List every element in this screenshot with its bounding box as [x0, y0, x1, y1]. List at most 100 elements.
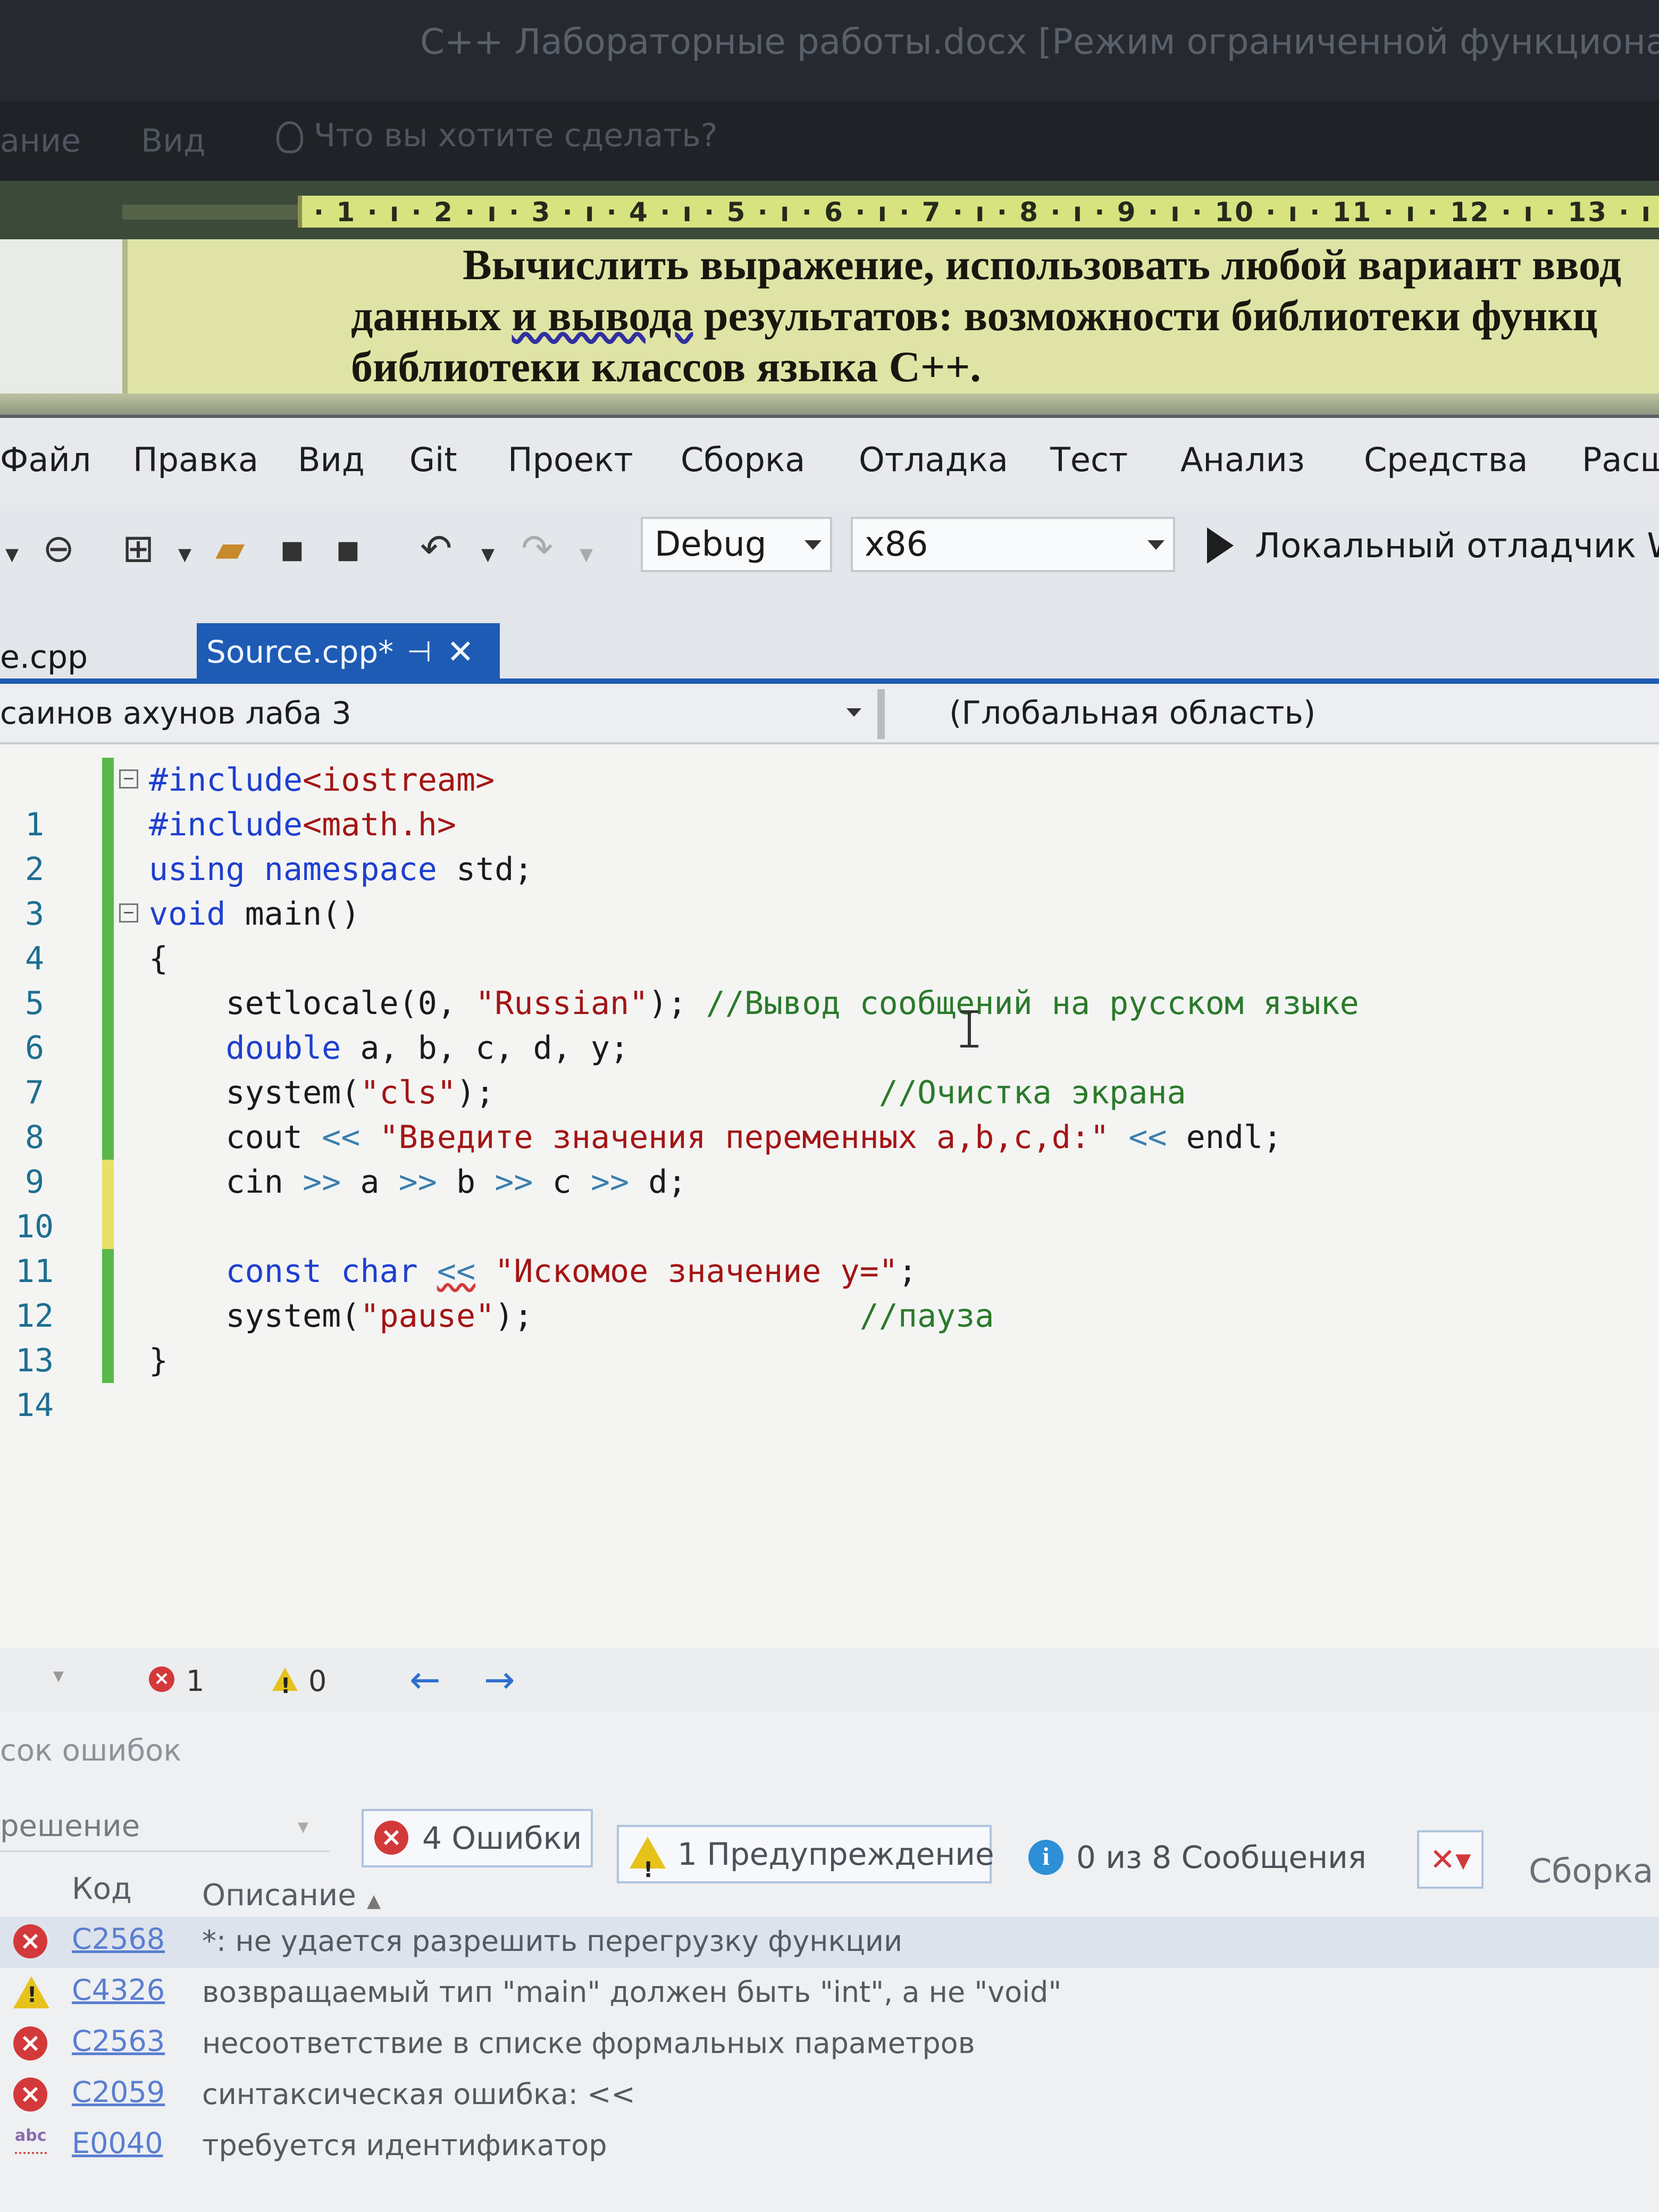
- filter-icon[interactable]: ✕▾: [1417, 1830, 1484, 1889]
- error-icon: ×: [13, 1924, 47, 1958]
- play-icon[interactable]: [1207, 527, 1234, 564]
- chevron-down-icon: [805, 540, 822, 550]
- arrow-left-icon[interactable]: ←: [409, 1658, 441, 1702]
- menu-tools[interactable]: Средства: [1364, 440, 1528, 479]
- menu-extensions[interactable]: Расш: [1582, 440, 1659, 479]
- error-icon: ×: [13, 2077, 47, 2112]
- error-row[interactable]: × C2059 синтаксическая ошибка: <<: [0, 2070, 1659, 2121]
- chevron-down-icon: [1147, 540, 1164, 550]
- menu-project[interactable]: Проект: [508, 440, 633, 479]
- menu-build[interactable]: Сборка: [681, 440, 805, 479]
- error-list-pane: сок ошибок решение ▾ × 4 Ошибки 1 Предуп…: [0, 1712, 1659, 2212]
- back-dropdown-icon[interactable]: ▾: [5, 534, 19, 573]
- error-icon: ×: [13, 2026, 47, 2060]
- vs-toolbar: ▾ ⊖ ⊞ ▾ ▰ ▪ ▪ ↶ ▾ ↷ ▾ Debug x86 Локальны…: [0, 505, 1659, 585]
- code-line: 3 using namespace std;: [0, 847, 1659, 933]
- solution-configuration-select[interactable]: Debug: [641, 517, 832, 572]
- lightbulb-icon: [276, 121, 303, 154]
- code-line: 5 {: [0, 936, 1659, 1022]
- menu-git[interactable]: Git: [409, 440, 457, 479]
- build-source-label[interactable]: Сборка: [1529, 1851, 1653, 1890]
- column-header-description[interactable]: Описание: [202, 1878, 356, 1913]
- word-tell-me[interactable]: Что вы хотите сделать?: [276, 117, 717, 154]
- undo-icon[interactable]: ↶: [420, 529, 452, 567]
- error-row[interactable]: × C2563 несоответствие в списке формальн…: [0, 2019, 1659, 2070]
- code-line: 13 system("pause"); //пауза: [0, 1294, 1659, 1379]
- code-line: 4− void main(): [0, 892, 1659, 977]
- code-line: 11: [0, 1204, 1659, 1290]
- menu-debug[interactable]: Отладка: [859, 440, 1008, 479]
- word-document-page: Вычислить выражение, использовать любой …: [122, 239, 1659, 415]
- menu-analyze[interactable]: Анализ: [1180, 440, 1305, 479]
- save-all-icon[interactable]: ▪: [335, 529, 361, 567]
- word-ribbon-tab-view[interactable]: Вид: [141, 122, 206, 160]
- warning-icon: [630, 1837, 666, 1897]
- word-document-title: C++ Лабораторные работы.docx [Режим огра…: [420, 21, 1659, 62]
- warning-icon: [272, 1668, 298, 1698]
- tab-file-cpp[interactable]: e.cpp: [0, 634, 175, 681]
- collapse-icon[interactable]: −: [119, 769, 138, 789]
- redo-icon[interactable]: ↷: [521, 529, 553, 567]
- error-row[interactable]: abc E0040 требуется идентификатор: [0, 2121, 1659, 2172]
- menu-test[interactable]: Тест: [1050, 440, 1128, 479]
- sort-ascending-icon: ▲: [367, 1890, 381, 1912]
- word-ribbon: ание Вид Что вы хотите сделать?: [0, 101, 1659, 181]
- errors-filter-button[interactable]: × 4 Ошибки: [362, 1809, 593, 1867]
- vs-menu-bar: Файл Правка Вид Git Проект Сборка Отладк…: [0, 415, 1659, 505]
- word-text-line: данных и вывода результатов: возможности…: [351, 291, 1598, 340]
- scope-dropdown[interactable]: (Глобальная область): [949, 684, 1316, 742]
- ruler-marks: · 1 · ı · 2 · ı · 3 · ı · 4 · ı · 5 · ı …: [314, 197, 1659, 228]
- collapse-icon[interactable]: −: [119, 903, 138, 923]
- word-ribbon-tab-mailings[interactable]: ание: [0, 122, 81, 160]
- chevron-down-icon[interactable]: ▾: [53, 1663, 64, 1688]
- pane-title: сок ошибок: [0, 1733, 182, 1768]
- error-icon: ×: [149, 1666, 174, 1692]
- solution-platform-select[interactable]: x86: [851, 517, 1175, 572]
- word-title-bar: C++ Лабораторные работы.docx [Режим огра…: [0, 0, 1659, 101]
- column-header-code[interactable]: Код: [72, 1872, 132, 1906]
- error-icon: ×: [374, 1821, 408, 1855]
- word-text-line: Вычислить выражение, использовать любой …: [463, 240, 1622, 289]
- intellisense-icon: abc: [15, 2126, 47, 2154]
- error-scope-select[interactable]: решение ▾: [0, 1803, 330, 1852]
- code-line: 1− #include<iostream>: [0, 758, 1659, 843]
- code-line: 10 cin >> a >> b >> c >> d;: [0, 1160, 1659, 1245]
- redo-dropdown-icon[interactable]: ▾: [580, 534, 593, 573]
- open-folder-icon[interactable]: ▰: [215, 529, 245, 567]
- editor-status-bar: ▾ × 1 0 ← →: [0, 1648, 1659, 1712]
- code-line: 7 double a, b, c, d, y;: [0, 1026, 1659, 1111]
- save-icon[interactable]: ▪: [279, 529, 305, 567]
- code-line: 14 }: [0, 1338, 1659, 1424]
- messages-filter-button[interactable]: i 0 из 8 Сообщения: [1016, 1828, 1398, 1887]
- info-icon: i: [1028, 1840, 1063, 1875]
- document-tabs: e.cpp Source.cpp* ⊣ ✕: [0, 585, 1659, 681]
- pin-icon[interactable]: ⊣: [407, 623, 432, 681]
- close-icon[interactable]: ✕: [447, 623, 474, 681]
- editor-navigation-bar: саинов ахунов лаба 3 (Глобальная область…: [0, 684, 1659, 744]
- code-line: 6 setlocale(0, "Russian"); //Вывод сообщ…: [0, 981, 1659, 1067]
- menu-view[interactable]: Вид: [298, 440, 365, 479]
- project-dropdown[interactable]: саинов ахунов лаба 3: [0, 684, 877, 742]
- new-dropdown-icon[interactable]: ▾: [178, 534, 191, 573]
- warning-icon: [13, 1976, 49, 2008]
- tab-source-cpp[interactable]: Source.cpp* ⊣ ✕: [197, 623, 500, 681]
- code-line: 12 const char << "Искомое значение y=";: [0, 1249, 1659, 1335]
- menu-file[interactable]: Файл: [0, 440, 91, 479]
- menu-edit[interactable]: Правка: [133, 440, 258, 479]
- start-debugger-button[interactable]: Локальный отладчик W: [1255, 526, 1659, 566]
- error-row[interactable]: × C2568 *: не удается разрешить перегруз…: [0, 1917, 1659, 1968]
- word-ruler: · 1 · ı · 2 · ı · 3 · ı · 4 · ı · 5 · ı …: [0, 181, 1659, 239]
- undo-dropdown-icon[interactable]: ▾: [481, 534, 495, 573]
- code-line: 9 cout << "Введите значения переменных a…: [0, 1115, 1659, 1201]
- warning-count[interactable]: 0: [308, 1664, 326, 1698]
- chevron-down-icon: ▾: [298, 1814, 309, 1839]
- error-row[interactable]: C4326 возвращаемый тип "main" должен быт…: [0, 1968, 1659, 2019]
- arrow-right-icon[interactable]: →: [484, 1658, 515, 1702]
- warnings-filter-button[interactable]: 1 Предупреждение: [617, 1825, 994, 1897]
- code-line: 8 system("cls"); //Очистка экрана: [0, 1070, 1659, 1156]
- text-cursor-icon: [960, 1010, 978, 1048]
- forward-icon[interactable]: ⊖: [43, 529, 74, 567]
- error-count[interactable]: 1: [186, 1664, 204, 1698]
- new-project-icon[interactable]: ⊞: [122, 529, 154, 567]
- code-editor[interactable]: 1− #include<iostream> 2 #include<math.h>…: [0, 744, 1659, 1648]
